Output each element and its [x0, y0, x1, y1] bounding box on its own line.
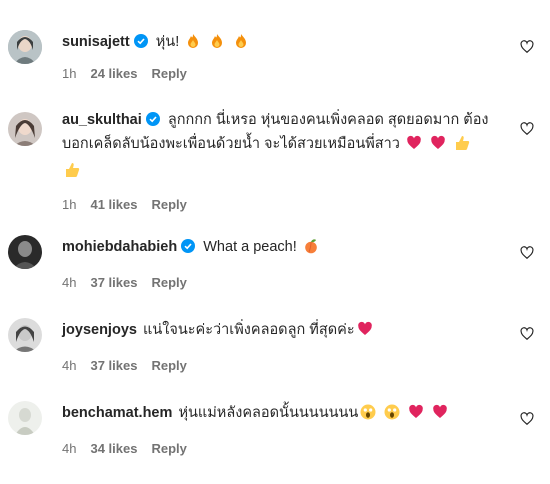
comment-body: ลูกกกก นี่เหรอ หุ่นของคนเพิ่งคลอด สุดยอด… [167, 112, 489, 128]
fire-icon [209, 33, 225, 57]
heart-outline-icon[interactable] [520, 327, 534, 341]
comment-time[interactable]: 1h [62, 66, 76, 81]
avatar[interactable] [8, 30, 42, 64]
likes-count[interactable]: 24 likes [90, 66, 137, 81]
verified-badge-icon [133, 32, 148, 48]
verified-badge-icon [181, 237, 196, 253]
comment-list: sunisajett หุ่น! 1h 24 likes Reply au_skul… [0, 0, 550, 484]
reply-button[interactable]: Reply [151, 197, 186, 212]
heart-icon [406, 135, 422, 159]
comment-text: sunisajett หุ่น! [62, 30, 500, 57]
reply-button[interactable]: Reply [151, 66, 186, 81]
heart-outline-icon[interactable] [520, 122, 534, 136]
reply-button[interactable]: Reply [151, 441, 186, 456]
likes-count[interactable]: 37 likes [90, 275, 137, 290]
comment-body: หุ่นแม่หลังคลอดนั้นนนนนนน [178, 405, 359, 421]
username[interactable]: au_skulthai [62, 112, 142, 128]
username[interactable]: joysenjoys [62, 322, 137, 338]
comment-meta: 4h 37 likes Reply [62, 274, 500, 292]
verified-badge-icon [145, 110, 160, 126]
heart-icon [430, 135, 446, 159]
reply-button[interactable]: Reply [151, 358, 186, 373]
comment-meta: 4h 34 likes Reply [62, 440, 500, 458]
comment-text: mohiebdahabieh What a peach! [62, 235, 500, 262]
comment-time[interactable]: 4h [62, 441, 76, 456]
avatar[interactable] [8, 112, 42, 146]
avatar[interactable] [8, 318, 42, 352]
comment-body: หุ่น! [155, 34, 180, 50]
likes-count[interactable]: 41 likes [90, 197, 137, 212]
comment-body: What a peach! [203, 239, 297, 255]
heart-outline-icon[interactable] [520, 40, 534, 54]
peach-icon [303, 238, 319, 262]
heart-outline-icon[interactable] [520, 412, 534, 426]
fire-icon [233, 33, 249, 57]
comment-time[interactable]: 1h [62, 197, 76, 212]
comment-text: benchamat.hem หุ่นแม่หลังคลอดนั้นนนนนนน [62, 401, 500, 428]
heart-icon [432, 404, 448, 428]
thumbs-up-icon [454, 135, 470, 159]
reply-button[interactable]: Reply [151, 275, 186, 290]
comment-meta: 1h 41 likes Reply [62, 196, 500, 214]
fire-icon [185, 33, 201, 57]
comment-time[interactable]: 4h [62, 358, 76, 373]
heart-icon [408, 404, 424, 428]
comment-body-line2: บอกเคล็ดลับน้องพะเพื่อนด้วยน้ำ จะได้สวยเ… [62, 136, 400, 152]
likes-count[interactable]: 34 likes [90, 441, 137, 456]
thumbs-up-icon [64, 162, 80, 186]
username[interactable]: mohiebdahabieh [62, 239, 177, 255]
heart-icon [357, 321, 373, 345]
likes-count[interactable]: 37 likes [90, 358, 137, 373]
heart-outline-icon[interactable] [520, 246, 534, 260]
avatar[interactable] [8, 401, 42, 435]
comment-time[interactable]: 4h [62, 275, 76, 290]
comment-text: au_skulthai ลูกกกก นี่เหรอ หุ่นของคนเพิ่… [62, 108, 500, 186]
scream-face-icon [384, 404, 400, 428]
comment-text: joysenjoys แน่ใจนะค่ะว่าเพิ่งคลอดลูก ที่… [62, 318, 500, 345]
username[interactable]: benchamat.hem [62, 405, 172, 421]
scream-face-icon [360, 404, 376, 428]
username[interactable]: sunisajett [62, 34, 130, 50]
avatar[interactable] [8, 235, 42, 269]
comment-meta: 1h 24 likes Reply [62, 65, 500, 83]
comment-body: แน่ใจนะค่ะว่าเพิ่งคลอดลูก ที่สุดค่ะ [142, 322, 355, 338]
comment-meta: 4h 37 likes Reply [62, 357, 500, 375]
